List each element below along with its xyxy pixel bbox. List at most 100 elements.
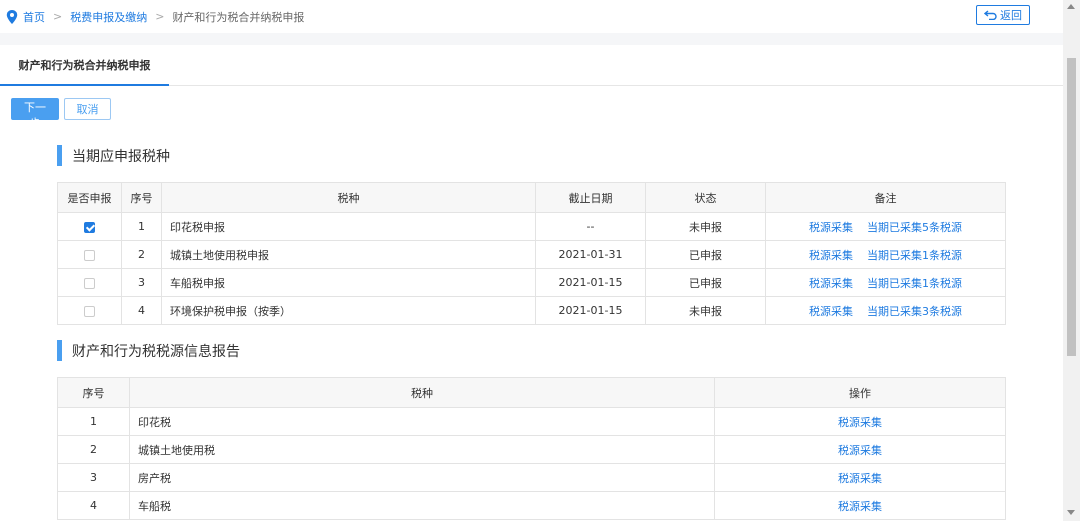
declare-checkbox-cell[interactable]	[57, 212, 122, 241]
declare-checkbox-cell[interactable]	[57, 268, 122, 297]
tax-name: 环境保护税申报（按季）	[161, 296, 536, 325]
vertical-scrollbar[interactable]	[1063, 0, 1080, 521]
collected-sources-link[interactable]: 当期已采集1条税源	[867, 277, 962, 290]
breadcrumb-separator: >	[53, 10, 63, 23]
tax-name: 车船税	[129, 491, 715, 520]
remark-cell: 税源采集 当期已采集1条税源	[765, 240, 1006, 269]
table-row: 3 车船税申报 2021-01-15 已申报 税源采集 当期已采集1条税源	[57, 268, 1006, 297]
col-header-action: 操作	[714, 377, 1006, 408]
row-no: 2	[121, 240, 162, 269]
cancel-button[interactable]: 取消	[64, 98, 111, 120]
status: 已申报	[645, 268, 766, 297]
current-taxes-table: 是否申报 序号 税种 截止日期 状态 备注 1 印花税申报 -- 未申报 税源采集 当期已…	[57, 182, 1006, 325]
section-marker	[57, 145, 62, 166]
table-header-row: 是否申报 序号 税种 截止日期 状态 备注	[57, 182, 1006, 213]
action-cell: 税源采集	[714, 407, 1006, 436]
collected-sources-link[interactable]: 当期已采集1条税源	[867, 249, 962, 262]
action-bar: 下一步 取消	[11, 98, 111, 130]
tax-name: 车船税申报	[161, 268, 536, 297]
declare-checkbox[interactable]	[84, 249, 95, 261]
row-no: 4	[57, 491, 130, 520]
table-header-row: 序号 税种 操作	[57, 377, 1006, 408]
action-cell: 税源采集	[714, 491, 1006, 520]
collect-source-link[interactable]: 税源采集	[809, 305, 853, 318]
breadcrumb: 首页 > 税费申报及缴纳 > 财产和行为税合并纳税申报	[6, 9, 304, 25]
tab-bar: 财产和行为税合并纳税申报	[0, 45, 1063, 86]
tax-name: 城镇土地使用税	[129, 435, 715, 464]
section-title-source-report: 财产和行为税税源信息报告	[57, 340, 240, 361]
col-header-deadline: 截止日期	[535, 182, 646, 213]
section-marker	[57, 340, 62, 361]
col-header-tax: 税种	[129, 377, 715, 408]
section-title-text: 当期应申报税种	[72, 148, 170, 165]
declare-checkbox-cell[interactable]	[57, 240, 122, 269]
collect-source-link[interactable]: 税源采集	[838, 500, 882, 513]
collect-source-link[interactable]: 税源采集	[809, 249, 853, 262]
tax-name: 房产税	[129, 463, 715, 492]
tab-property-behavior-tax[interactable]: 财产和行为税合并纳税申报	[0, 45, 169, 86]
main-panel: 财产和行为税合并纳税申报 下一步 取消 当期应申报税种 是否申报 序号 税种 截…	[0, 45, 1063, 521]
collect-source-link[interactable]: 税源采集	[838, 472, 882, 485]
section-title-text: 财产和行为税税源信息报告	[72, 343, 240, 360]
col-header-remark: 备注	[765, 182, 1006, 213]
declare-checkbox-cell[interactable]	[57, 296, 122, 325]
breadcrumb-current: 财产和行为税合并纳税申报	[172, 10, 305, 24]
back-button-label: 返回	[1000, 9, 1022, 22]
table-row: 2 城镇土地使用税申报 2021-01-31 已申报 税源采集 当期已采集1条税源	[57, 240, 1006, 269]
collect-source-link[interactable]: 税源采集	[809, 221, 853, 234]
collected-sources-link[interactable]: 当期已采集3条税源	[867, 305, 962, 318]
location-pin-icon	[6, 9, 18, 24]
declare-checkbox[interactable]	[84, 277, 95, 289]
deadline: 2021-01-15	[535, 268, 646, 297]
deadline: 2021-01-15	[535, 296, 646, 325]
table-row: 1 印花税申报 -- 未申报 税源采集 当期已采集5条税源	[57, 212, 1006, 241]
next-step-button[interactable]: 下一步	[11, 98, 59, 130]
scroll-up-arrow-icon[interactable]	[1067, 4, 1075, 9]
col-header-no: 序号	[121, 182, 162, 213]
return-arrow-icon	[984, 10, 997, 20]
breadcrumb-home[interactable]: 首页	[23, 9, 45, 25]
row-no: 1	[57, 407, 130, 436]
scroll-down-arrow-icon[interactable]	[1067, 510, 1075, 515]
row-no: 3	[57, 463, 130, 492]
collect-source-link[interactable]: 税源采集	[809, 277, 853, 290]
table-row: 4 环境保护税申报（按季） 2021-01-15 未申报 税源采集 当期已采集3条税源	[57, 296, 1006, 325]
collect-source-link[interactable]: 税源采集	[838, 444, 882, 457]
status: 已申报	[645, 240, 766, 269]
back-button[interactable]: 返回	[976, 5, 1030, 25]
declare-checkbox[interactable]	[84, 305, 95, 317]
action-cell: 税源采集	[714, 463, 1006, 492]
status: 未申报	[645, 212, 766, 241]
col-header-no: 序号	[57, 377, 130, 408]
action-cell: 税源采集	[714, 435, 1006, 464]
table-row: 1 印花税 税源采集	[57, 407, 1006, 436]
breadcrumb-separator: >	[155, 10, 165, 23]
deadline: 2021-01-31	[535, 240, 646, 269]
collected-sources-link[interactable]: 当期已采集5条税源	[867, 221, 962, 234]
remark-cell: 税源采集 当期已采集1条税源	[765, 268, 1006, 297]
breadcrumb-level1[interactable]: 税费申报及缴纳	[70, 9, 147, 25]
row-no: 4	[121, 296, 162, 325]
section-title-current-taxes: 当期应申报税种	[57, 145, 170, 166]
col-header-status: 状态	[645, 182, 766, 213]
table-row: 4 车船税 税源采集	[57, 491, 1006, 520]
row-no: 3	[121, 268, 162, 297]
table-row: 3 房产税 税源采集	[57, 463, 1006, 492]
row-no: 1	[121, 212, 162, 241]
scrollbar-thumb[interactable]	[1067, 58, 1076, 356]
deadline: --	[535, 212, 646, 241]
tax-name: 印花税	[129, 407, 715, 436]
table-row: 2 城镇土地使用税 税源采集	[57, 435, 1006, 464]
collect-source-link[interactable]: 税源采集	[838, 416, 882, 429]
declare-checkbox[interactable]	[84, 221, 95, 233]
tax-name: 印花税申报	[161, 212, 536, 241]
status: 未申报	[645, 296, 766, 325]
remark-cell: 税源采集 当期已采集5条税源	[765, 212, 1006, 241]
row-no: 2	[57, 435, 130, 464]
top-bar: 首页 > 税费申报及缴纳 > 财产和行为税合并纳税申报 返回	[0, 0, 1063, 33]
remark-cell: 税源采集 当期已采集3条税源	[765, 296, 1006, 325]
tax-source-table: 序号 税种 操作 1 印花税 税源采集 2 城镇土地使用税 税源采集 3 房产税 税源采集 4 车船…	[57, 377, 1006, 520]
col-header-declare: 是否申报	[57, 182, 122, 213]
tax-name: 城镇土地使用税申报	[161, 240, 536, 269]
col-header-tax: 税种	[161, 182, 536, 213]
